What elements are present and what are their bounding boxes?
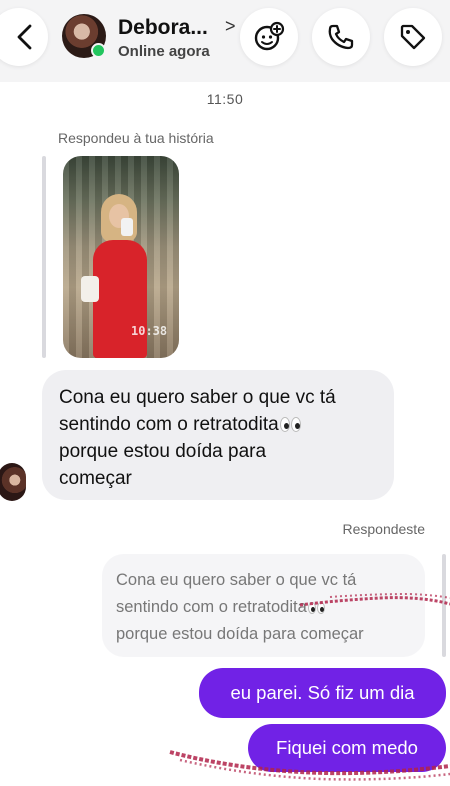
name-chevron-icon[interactable]: > [225, 16, 236, 37]
story-thumbnail[interactable]: 10:38 [63, 156, 179, 358]
story-bag [81, 276, 99, 302]
sender-avatar[interactable] [0, 463, 26, 501]
my-reply-label: Respondeste [342, 521, 425, 537]
back-button[interactable] [0, 8, 48, 66]
tag-icon [400, 24, 426, 50]
outgoing-message-bubble[interactable]: eu parei. Só fiz um dia [199, 668, 446, 718]
chat-header: Debora... > Online agora [0, 0, 450, 82]
phone-icon [328, 24, 354, 50]
eyes-emoji-icon [307, 594, 326, 621]
chevron-left-icon [17, 24, 32, 50]
avatar-sticker-button[interactable] [240, 8, 298, 66]
story-reply-bar [42, 156, 46, 358]
message-line: porque estou doída para [59, 441, 267, 462]
avatar-sticker-icon [254, 21, 285, 51]
contact-name[interactable]: Debora... [118, 16, 208, 40]
incoming-message-bubble[interactable]: Cona eu quero saber o que vc tá sentindo… [42, 370, 394, 500]
online-indicator [91, 43, 106, 58]
story-reply-label: Respondeu à tua história [58, 130, 214, 146]
tag-button[interactable] [384, 8, 442, 66]
quoted-message[interactable]: Cona eu quero saber o que vc tá sentindo… [102, 554, 425, 657]
message-line: começar [59, 468, 132, 489]
outgoing-message-bubble[interactable]: Fiquei com medo [248, 724, 446, 772]
quote-line-with-emoji: sentindo com o retratodita [116, 594, 413, 621]
message-line: Cona eu quero saber o que vc tá [59, 387, 336, 408]
quote-line: Cona eu quero saber o que vc tá [116, 571, 357, 589]
story-phone [121, 218, 133, 236]
quote-reply-bar [442, 554, 446, 657]
eyes-emoji-icon [279, 411, 302, 438]
message-line: sentindo com o retratodita [59, 414, 279, 435]
message-timestamp: 11:50 [206, 91, 244, 107]
quote-line: sentindo com o retratodita [116, 598, 307, 616]
story-person-dress [93, 240, 147, 358]
quote-line: porque estou doída para começar [116, 625, 364, 643]
message-line-with-emoji: sentindo com o retratodita [59, 411, 380, 438]
story-time: 10:38 [131, 324, 168, 338]
voice-call-button[interactable] [312, 8, 370, 66]
online-status: Online agora [118, 43, 210, 60]
